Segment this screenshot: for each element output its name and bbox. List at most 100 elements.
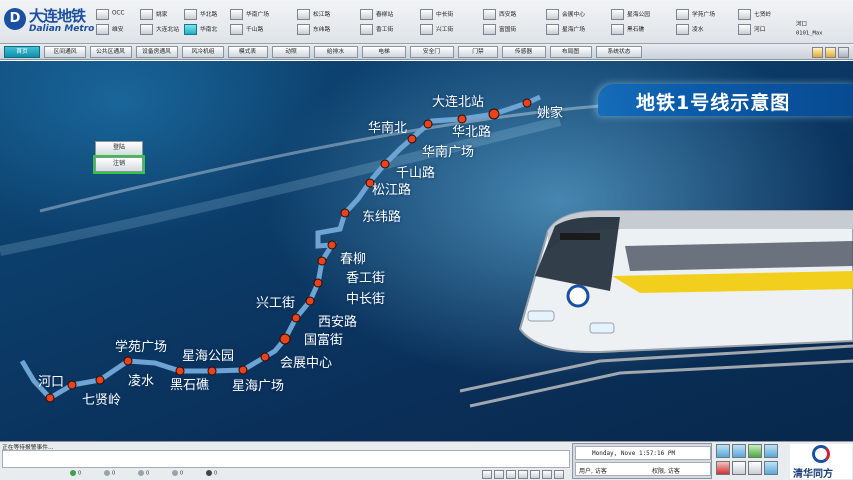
station-label-19[interactable]: 凌水 — [128, 370, 154, 389]
station-label-10[interactable]: 中长街 — [346, 288, 385, 307]
station-status-indicator[interactable] — [360, 24, 373, 35]
nav-tab-7[interactable]: 给排水 — [314, 46, 358, 58]
station-dot-4[interactable] — [407, 134, 417, 144]
station-dot-14[interactable] — [260, 352, 270, 362]
station-status-indicator[interactable] — [140, 9, 153, 20]
nav-tab-3[interactable]: 设备房通风 — [136, 46, 178, 58]
station-dot-9[interactable] — [317, 256, 327, 266]
station-status-indicator[interactable] — [230, 9, 243, 20]
station-status-indicator[interactable] — [611, 9, 624, 20]
station-status-indicator[interactable] — [96, 24, 109, 35]
alarm-filter-icon[interactable] — [494, 470, 504, 479]
alarm-print-icon[interactable] — [530, 470, 540, 479]
station-dot-0[interactable] — [522, 98, 532, 108]
station-dot-10[interactable] — [313, 278, 323, 288]
station-status-indicator[interactable] — [360, 9, 373, 20]
nav-tab-4[interactable]: 风冷机组 — [182, 46, 224, 58]
station-label-0[interactable]: 姚家 — [537, 102, 563, 121]
header-station-top-6[interactable]: 中长街 — [420, 8, 492, 22]
station-status-indicator[interactable] — [297, 24, 310, 35]
station-label-3[interactable]: 华南北 — [368, 117, 407, 136]
station-status-indicator[interactable] — [483, 9, 496, 20]
station-status-indicator[interactable] — [96, 9, 109, 20]
settings-icon[interactable] — [812, 47, 823, 58]
station-label-8[interactable]: 春柳 — [340, 248, 366, 267]
header-station-top-4[interactable]: 松江路 — [297, 8, 369, 22]
header-station-bottom-9[interactable]: 黑石礁 — [611, 23, 683, 37]
station-label-6[interactable]: 松江路 — [372, 179, 411, 198]
station-dot-21[interactable] — [45, 393, 55, 403]
station-status-indicator[interactable] — [546, 9, 559, 20]
alarm-bell-icon[interactable] — [716, 461, 730, 475]
station-status-indicator[interactable] — [184, 9, 197, 20]
station-status-indicator[interactable] — [738, 9, 751, 20]
nav-tab-9[interactable]: 安全门 — [410, 46, 454, 58]
nav-tab-13[interactable]: 系统状态 — [596, 46, 642, 58]
nav-tab-10[interactable]: 门禁 — [458, 46, 498, 58]
station-dot-20[interactable] — [67, 380, 77, 390]
station-status-indicator[interactable] — [738, 24, 751, 35]
home-icon[interactable] — [748, 444, 762, 458]
station-dot-3[interactable] — [423, 119, 433, 129]
help-icon[interactable] — [825, 47, 836, 58]
station-status-indicator[interactable] — [676, 24, 689, 35]
logout-button[interactable]: 注销 — [93, 155, 145, 174]
header-station-top-9[interactable]: 星海公园 — [611, 8, 683, 22]
station-dot-11[interactable] — [305, 296, 315, 306]
alarm-ack-icon[interactable] — [482, 470, 492, 479]
station-label-14[interactable]: 会展中心 — [280, 352, 332, 371]
station-status-indicator[interactable] — [140, 24, 153, 35]
station-dot-19[interactable] — [95, 375, 105, 385]
station-status-indicator[interactable] — [420, 9, 433, 20]
station-status-indicator[interactable] — [184, 24, 197, 35]
station-label-9[interactable]: 香工街 — [346, 267, 385, 286]
station-label-2[interactable]: 华北路 — [452, 121, 491, 140]
alarm-next-icon[interactable] — [554, 470, 564, 479]
nav-tab-8[interactable]: 电梯 — [362, 46, 406, 58]
header-station-bottom-8[interactable]: 星海广场 — [546, 23, 618, 37]
station-dot-15[interactable] — [238, 365, 248, 375]
station-label-16[interactable]: 星海公园 — [182, 345, 234, 364]
station-status-indicator[interactable] — [611, 24, 624, 35]
header-station-bottom-3[interactable]: 千山路 — [230, 23, 302, 37]
header-station-top-7[interactable]: 西安路 — [483, 8, 555, 22]
station-dot-7[interactable] — [340, 208, 350, 218]
station-label-1[interactable]: 大连北站 — [432, 91, 484, 110]
header-station-bottom-4[interactable]: 东纬路 — [297, 23, 369, 37]
nav-tab-2[interactable]: 公共区通风 — [90, 46, 132, 58]
nav-tab-11[interactable]: 传感器 — [502, 46, 546, 58]
header-station-bottom-6[interactable]: 兴工街 — [420, 23, 492, 37]
station-status-indicator[interactable] — [676, 9, 689, 20]
station-label-20[interactable]: 七贤岭 — [82, 389, 121, 408]
alarm-prev-icon[interactable] — [518, 470, 528, 479]
station-dot-18[interactable] — [123, 356, 133, 366]
exit-icon[interactable] — [838, 47, 849, 58]
station-status-indicator[interactable] — [483, 24, 496, 35]
forward-icon[interactable] — [732, 444, 746, 458]
alarm-list[interactable] — [2, 450, 570, 468]
back-icon[interactable] — [716, 444, 730, 458]
station-dot-12[interactable] — [291, 313, 301, 323]
station-label-11[interactable]: 兴工街 — [256, 292, 295, 311]
login-button[interactable]: 登陆 — [95, 141, 143, 156]
header-station-top-3[interactable]: 华南广场 — [230, 8, 302, 22]
station-status-indicator[interactable] — [297, 9, 310, 20]
station-dot-13[interactable] — [279, 333, 291, 345]
station-label-7[interactable]: 东纬路 — [362, 206, 401, 225]
header-station-bottom-7[interactable]: 富国街 — [483, 23, 555, 37]
nav-tab-1[interactable]: 区间通风 — [44, 46, 86, 58]
window-icon[interactable] — [748, 461, 762, 475]
refresh-icon[interactable] — [764, 444, 778, 458]
header-station-top-8[interactable]: 会展中心 — [546, 8, 618, 22]
station-label-15[interactable]: 星海广场 — [232, 375, 284, 394]
nav-tab-6[interactable]: 动照 — [272, 46, 310, 58]
station-status-indicator[interactable] — [230, 24, 243, 35]
station-label-18[interactable]: 学苑广场 — [115, 336, 167, 355]
station-label-13[interactable]: 国富街 — [304, 329, 343, 348]
tools-icon[interactable] — [732, 461, 746, 475]
nav-tab-12[interactable]: 布局图 — [550, 46, 592, 58]
station-dot-16[interactable] — [207, 366, 217, 376]
station-dot-8[interactable] — [327, 240, 337, 250]
station-label-4[interactable]: 华南广场 — [422, 141, 474, 160]
station-label-17[interactable]: 黑石礁 — [170, 374, 209, 393]
